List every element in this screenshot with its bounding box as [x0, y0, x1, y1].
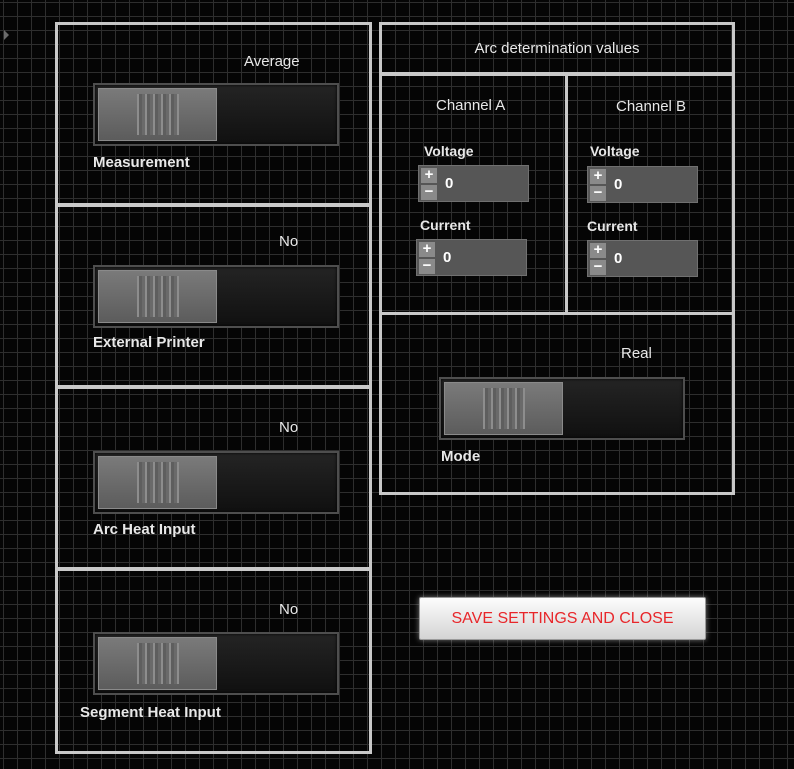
- mode-toggle[interactable]: [439, 377, 685, 440]
- increment-icon[interactable]: +: [590, 168, 606, 184]
- arc-heat-input-label: Arc Heat Input: [93, 521, 196, 538]
- channel-b-voltage-control[interactable]: + − 0: [587, 166, 698, 203]
- channel-a-current-value[interactable]: 0: [443, 249, 451, 266]
- channel-b-current-label: Current: [587, 218, 638, 234]
- segment-heat-input-label: Segment Heat Input: [80, 704, 221, 721]
- measurement-label: Measurement: [93, 154, 190, 171]
- arc-heat-input-toggle-knob[interactable]: [98, 456, 217, 509]
- external-printer-state: No: [279, 233, 299, 250]
- mode-toggle-knob[interactable]: [444, 382, 563, 435]
- decrement-icon[interactable]: −: [421, 184, 437, 200]
- segment-heat-input-state: No: [279, 601, 299, 618]
- measurement-toggle-knob[interactable]: [98, 88, 217, 141]
- arc-heat-input-state: No: [279, 419, 299, 436]
- increment-icon[interactable]: +: [419, 241, 435, 257]
- channel-a-voltage-label: Voltage: [424, 143, 474, 159]
- arc-heat-input-toggle[interactable]: [93, 451, 339, 514]
- channel-a-voltage-control[interactable]: + − 0: [418, 165, 529, 202]
- channel-b-voltage-value[interactable]: 0: [614, 176, 622, 193]
- channel-a-current-label: Current: [420, 217, 471, 233]
- channel-a-title: Channel A: [436, 97, 506, 114]
- increment-icon[interactable]: +: [590, 242, 606, 258]
- measurement-toggle[interactable]: [93, 83, 339, 146]
- panel-arrow-icon: [4, 30, 9, 40]
- segment-heat-input-toggle[interactable]: [93, 632, 339, 695]
- decrement-icon[interactable]: −: [419, 258, 435, 274]
- channel-b-current-control[interactable]: + − 0: [587, 240, 698, 277]
- mode-state: Real: [621, 345, 652, 362]
- channel-a-current-control[interactable]: + − 0: [416, 239, 527, 276]
- save-settings-and-close-button[interactable]: SAVE SETTINGS AND CLOSE: [419, 597, 706, 640]
- external-printer-toggle-knob[interactable]: [98, 270, 217, 323]
- external-printer-toggle[interactable]: [93, 265, 339, 328]
- measurement-state: Average: [244, 53, 300, 70]
- arc-title: Arc determination values: [474, 40, 640, 57]
- channel-b-voltage-label: Voltage: [590, 143, 640, 159]
- channel-b-title: Channel B: [616, 98, 687, 115]
- decrement-icon[interactable]: −: [590, 185, 606, 201]
- external-printer-label: External Printer: [93, 334, 205, 351]
- segment-heat-input-toggle-knob[interactable]: [98, 637, 217, 690]
- channel-b-current-value[interactable]: 0: [614, 250, 622, 267]
- mode-label: Mode: [441, 448, 481, 465]
- decrement-icon[interactable]: −: [590, 259, 606, 275]
- channel-a-voltage-value[interactable]: 0: [445, 175, 453, 192]
- increment-icon[interactable]: +: [421, 167, 437, 183]
